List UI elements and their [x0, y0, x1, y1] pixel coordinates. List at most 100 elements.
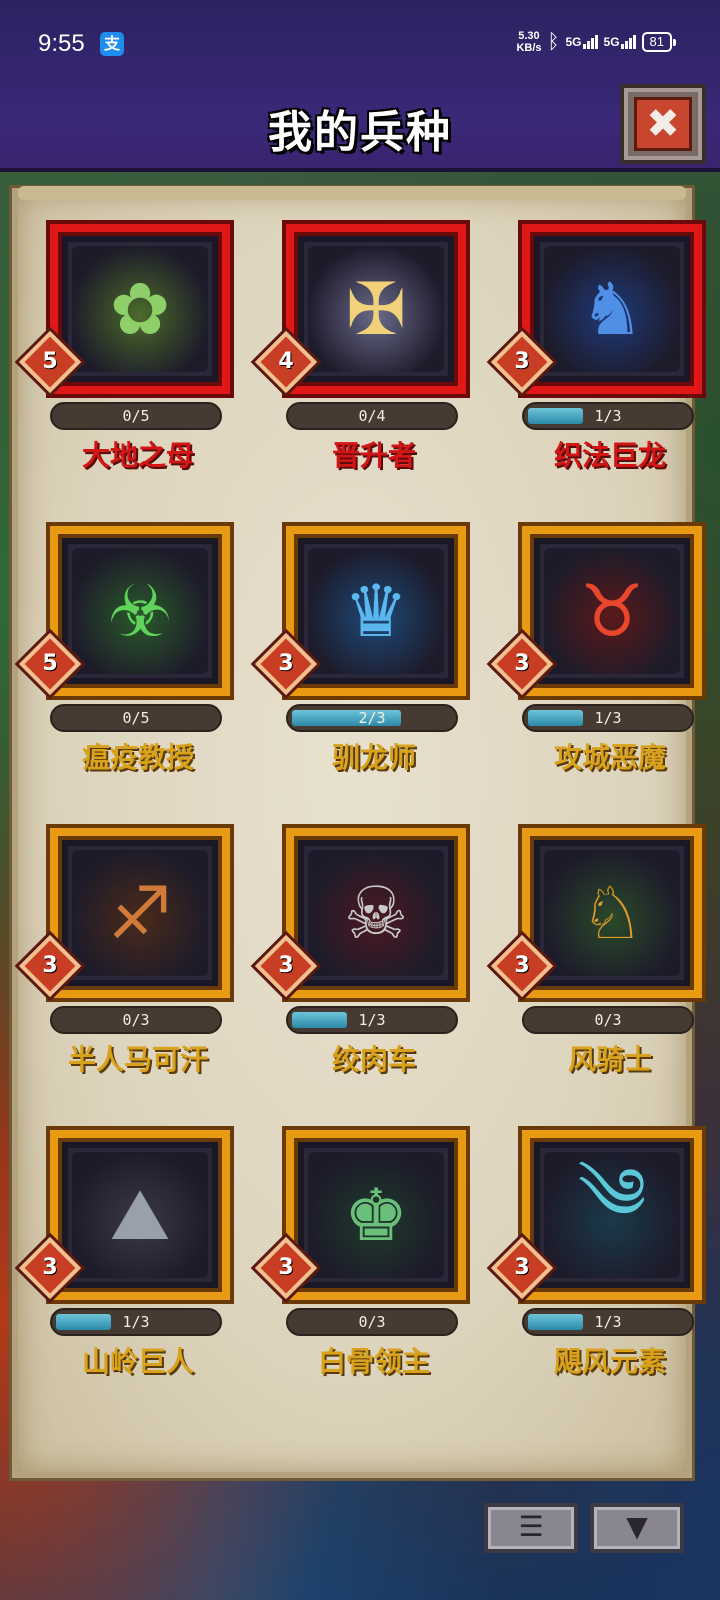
progress-text: 1/3 [594, 407, 622, 425]
unit-name: 驯龙师 [331, 741, 416, 774]
unit-card[interactable]: ✠ 4 0/4 晋升者 [254, 224, 474, 494]
bluetooth-icon: ᛒ [547, 30, 560, 53]
unit-name: 白骨领主 [317, 1345, 430, 1378]
signal-icon-1: 5G [566, 35, 598, 49]
header: 9:55 支 5.30 KB/s ᛒ 5G 5G 81 我的兵种 ✖ [0, 0, 720, 172]
unit-card[interactable]: ☣ 5 0/5 瘟疫教授 [18, 526, 238, 796]
net-speed-value: 5.30 [518, 30, 540, 42]
progress-text: 0/4 [358, 407, 386, 425]
progress-text: 1/3 [358, 1011, 386, 1029]
progress-text: 0/5 [122, 709, 150, 727]
unit-portrait-frame: ♚ [286, 1130, 466, 1300]
unit-portrait: ♉ [544, 548, 680, 674]
card-progress-bar: 1/3 [286, 1006, 458, 1034]
cost-value: 3 [42, 953, 58, 978]
unit-portrait-frame: ☣ [50, 526, 230, 696]
card-progress-bar: 0/4 [286, 402, 458, 430]
unit-name: 织法巨龙 [553, 439, 666, 472]
card-progress-bar: 1/3 [522, 704, 694, 732]
filter-button[interactable]: ▼ [590, 1503, 684, 1553]
unit-name: 风骑士 [567, 1043, 652, 1076]
unit-portrait-frame: ☠ [286, 828, 466, 998]
progress-text: 1/3 [594, 1313, 622, 1331]
cost-value: 3 [278, 651, 294, 676]
progress-text: 1/3 [122, 1313, 150, 1331]
unit-portrait: ༄ [544, 1152, 680, 1278]
unit-portrait: ✿ [72, 246, 208, 372]
card-progress-bar: 1/3 [522, 402, 694, 430]
cost-value: 3 [514, 953, 530, 978]
card-progress-bar: 0/5 [50, 402, 222, 430]
unit-portrait-frame: ♞ [522, 224, 702, 394]
cost-value: 5 [42, 651, 58, 676]
unit-portrait: ⛰ [72, 1152, 208, 1278]
signal-label-2: 5G [603, 35, 620, 49]
unit-card[interactable]: ༄ 3 1/3 飓风元素 [490, 1130, 710, 1400]
status-indicators: 5.30 KB/s ᛒ 5G 5G 81 [516, 30, 677, 54]
net-speed: 5.30 KB/s [516, 30, 541, 54]
scroll-top-edge [18, 186, 686, 200]
unit-card[interactable]: ♚ 3 0/3 白骨领主 [254, 1130, 474, 1400]
cost-value: 3 [278, 1255, 294, 1280]
progress-text: 0/3 [122, 1011, 150, 1029]
card-progress-bar: 2/3 [286, 704, 458, 732]
status-time: 9:55 [38, 30, 85, 57]
unit-card[interactable]: ✿ 5 0/5 大地之母 [18, 224, 238, 494]
unit-portrait: ☠ [308, 850, 444, 976]
cost-value: 3 [514, 349, 530, 374]
unit-name: 山岭巨人 [81, 1345, 194, 1378]
list-view-button[interactable]: ☰ [484, 1503, 578, 1553]
card-progress-bar: 1/3 [50, 1308, 222, 1336]
list-icon: ☰ [518, 1510, 544, 1543]
alipay-icon: 支 [100, 32, 124, 56]
unit-portrait: ♘ [544, 850, 680, 976]
unit-portrait: ♚ [308, 1152, 444, 1278]
unit-card[interactable]: ☠ 3 1/3 绞肉车 [254, 828, 474, 1098]
progress-text: 0/3 [358, 1313, 386, 1331]
card-progress-bar: 0/3 [522, 1006, 694, 1034]
close-button[interactable]: ✖ [620, 84, 706, 164]
unit-name: 攻城恶魔 [553, 741, 666, 774]
card-progress-bar: 0/5 [50, 704, 222, 732]
unit-card[interactable]: ♐ 3 0/3 半人马可汗 [18, 828, 238, 1098]
signal-label-1: 5G [565, 35, 582, 49]
unit-portrait: ☣ [72, 548, 208, 674]
unit-portrait: ♐ [72, 850, 208, 976]
unit-name: 瘟疫教授 [81, 741, 194, 774]
unit-card[interactable]: ♞ 3 1/3 织法巨龙 [490, 224, 710, 494]
unit-portrait-frame: ♐ [50, 828, 230, 998]
unit-portrait-frame: ♛ [286, 526, 466, 696]
progress-text: 0/3 [594, 1011, 622, 1029]
unit-name: 大地之母 [81, 439, 194, 472]
unit-name: 飓风元素 [553, 1345, 666, 1378]
progress-text: 0/5 [122, 407, 150, 425]
filter-icon: ▼ [626, 1510, 648, 1543]
unit-card[interactable]: ♘ 3 0/3 风骑士 [490, 828, 710, 1098]
unit-name: 晋升者 [331, 439, 416, 472]
unit-card[interactable]: ♉ 3 1/3 攻城恶魔 [490, 526, 710, 796]
cost-value: 4 [278, 349, 294, 374]
cost-value: 3 [42, 1255, 58, 1280]
unit-collection-panel: ✿ 5 0/5 大地之母 ✠ 4 0/4 晋升者 ♞ 3 1/3 织法巨龙 ☣ 5 0/5 瘟疫教授 ♛ 3 2/3… [12, 186, 702, 1478]
unit-portrait-frame: ♉ [522, 526, 702, 696]
unit-portrait-frame: ✠ [286, 224, 466, 394]
card-progress-bar: 0/3 [50, 1006, 222, 1034]
unit-card[interactable]: ⛰ 3 1/3 山岭巨人 [18, 1130, 238, 1400]
cost-value: 5 [42, 349, 58, 374]
cost-value: 3 [514, 651, 530, 676]
net-speed-unit: KB/s [516, 42, 542, 54]
close-icon: ✖ [634, 97, 692, 151]
progress-text: 2/3 [358, 709, 386, 727]
unit-card[interactable]: ♛ 3 2/3 驯龙师 [254, 526, 474, 796]
card-progress-bar: 0/3 [286, 1308, 458, 1336]
battery-icon: 81 [641, 32, 677, 52]
card-progress-bar: 1/3 [522, 1308, 694, 1336]
unit-portrait-frame: ༄ [522, 1130, 702, 1300]
progress-text: 1/3 [594, 709, 622, 727]
unit-portrait: ♛ [308, 548, 444, 674]
cost-value: 3 [278, 953, 294, 978]
unit-name: 绞肉车 [331, 1043, 416, 1076]
unit-portrait-frame: ✿ [50, 224, 230, 394]
page-title: 我的兵种 [268, 107, 452, 158]
unit-portrait-frame: ♘ [522, 828, 702, 998]
